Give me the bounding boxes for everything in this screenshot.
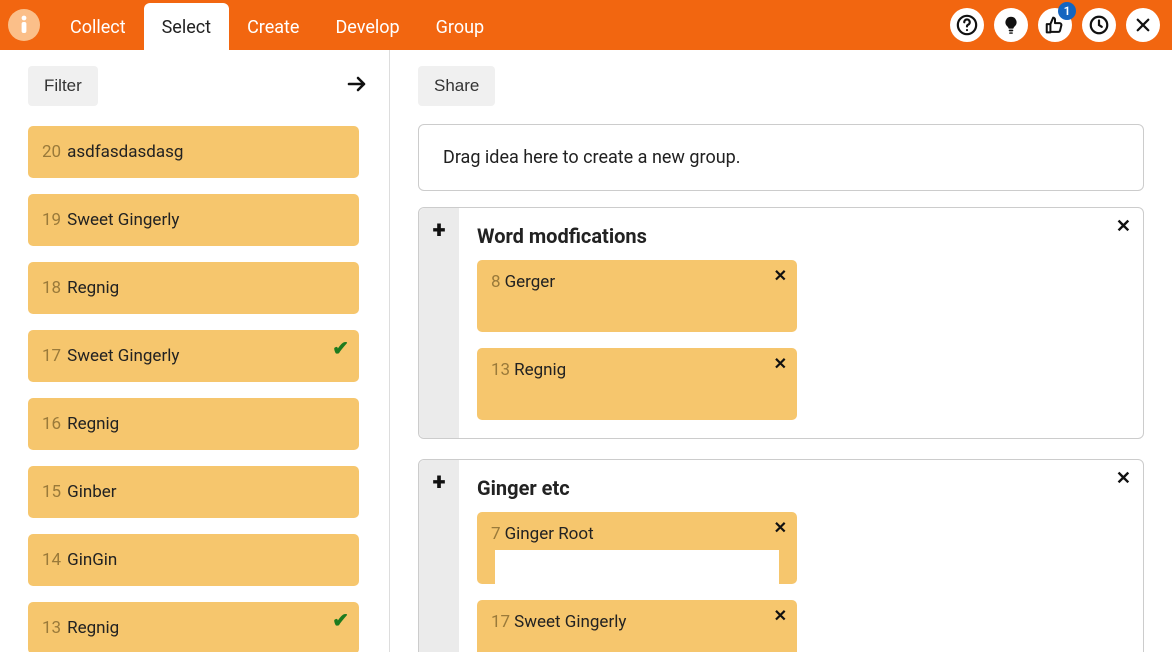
check-icon: ✔	[332, 608, 349, 632]
header-right: 1	[950, 8, 1160, 42]
group-expand-button[interactable]: +	[419, 208, 459, 438]
idea-item[interactable]: 17 Sweet Gingerly ✔	[28, 330, 359, 382]
likes-badge: 1	[1058, 2, 1076, 20]
sidebar-top: Filter	[0, 50, 389, 122]
card-remove-icon[interactable]: ✕	[774, 266, 787, 285]
group-card[interactable]: 13Regnig ✕	[477, 348, 797, 420]
idea-text: Sweet Gingerly	[67, 210, 179, 230]
card-remove-icon[interactable]: ✕	[774, 354, 787, 373]
plus-icon: +	[433, 218, 446, 242]
info-icon[interactable]	[8, 9, 40, 41]
group-card[interactable]: 17Sweet Gingerly ✕	[477, 600, 797, 652]
filter-button[interactable]: Filter	[28, 66, 98, 106]
card-remove-icon[interactable]: ✕	[774, 518, 787, 537]
tab-collect[interactable]: Collect	[52, 3, 144, 50]
group-title[interactable]: Ginger etc	[477, 470, 1125, 512]
check-icon: ✔	[332, 336, 349, 360]
card-edit-input[interactable]	[495, 550, 779, 584]
card-number: 8	[491, 272, 501, 292]
idea-number: 16	[42, 414, 61, 434]
thumbs-up-icon[interactable]: 1	[1038, 8, 1072, 42]
nav-tabs: CollectSelectCreateDevelopGroup	[52, 0, 502, 50]
idea-item[interactable]: 19 Sweet Gingerly	[28, 194, 359, 246]
idea-number: 14	[42, 550, 61, 570]
header-left: CollectSelectCreateDevelopGroup	[8, 0, 502, 50]
group: +Word modfications8Gerger✕13Regnig✕✕	[418, 207, 1144, 439]
idea-text: GinGin	[67, 550, 117, 570]
card-number: 13	[491, 360, 510, 380]
idea-text: Regnig	[67, 278, 119, 298]
main-panel: Share Drag idea here to create a new gro…	[390, 50, 1172, 652]
group-body: Ginger etc 7Ginger Root ✕ 17Sweet Gingerly ✕…	[459, 460, 1143, 652]
group-close-icon[interactable]: ✕	[1116, 468, 1131, 489]
card-text: Ginger Root	[505, 524, 594, 544]
help-icon[interactable]	[950, 8, 984, 42]
app-header: CollectSelectCreateDevelopGroup 1	[0, 0, 1172, 50]
idea-text: Sweet Gingerly	[67, 346, 179, 366]
idea-item[interactable]: 16 Regnig	[28, 398, 359, 450]
card-remove-icon[interactable]: ✕	[774, 606, 787, 625]
share-button[interactable]: Share	[418, 66, 495, 106]
idea-item[interactable]: 14 GinGin	[28, 534, 359, 586]
group-title[interactable]: Word modfications	[477, 218, 1125, 260]
idea-item[interactable]: 15 Ginber	[28, 466, 359, 518]
new-group-dropzone[interactable]: Drag idea here to create a new group.	[418, 124, 1144, 191]
idea-text: Regnig	[67, 414, 119, 434]
group-card[interactable]: 8Gerger ✕	[477, 260, 797, 332]
tab-create[interactable]: Create	[229, 3, 317, 50]
group-body: Word modfications 8Gerger ✕ 13Regnig ✕	[459, 208, 1143, 438]
idea-text: asdfasdasdasg	[67, 142, 183, 162]
idea-item[interactable]: 20 asdfasdasdasg	[28, 126, 359, 178]
tab-group[interactable]: Group	[418, 3, 502, 50]
idea-number: 13	[42, 618, 61, 638]
group-cards: 7Ginger Root✕17Sweet Gingerly✕6Ginger Ma…	[477, 512, 1125, 652]
idea-text: Regnig	[67, 618, 119, 638]
group-cards: 8Gerger ✕ 13Regnig ✕	[477, 260, 1125, 420]
tab-select[interactable]: Select	[144, 3, 229, 50]
idea-number: 18	[42, 278, 61, 298]
plus-icon: +	[433, 470, 446, 494]
idea-text: Ginber	[67, 482, 116, 502]
card-number: 7	[491, 524, 501, 544]
tab-develop[interactable]: Develop	[317, 3, 417, 50]
group-expand-button[interactable]: +	[419, 460, 459, 652]
lightbulb-icon[interactable]	[994, 8, 1028, 42]
idea-item[interactable]: 13 Regnig ✔	[28, 602, 359, 652]
sidebar: Filter 20 asdfasdasdasg 19 Sweet Gingerly 18…	[0, 50, 390, 652]
card-text: Gerger	[505, 272, 556, 292]
idea-number: 15	[42, 482, 61, 502]
card-text: Sweet Gingerly	[514, 612, 626, 632]
group-close-icon[interactable]: ✕	[1116, 216, 1131, 237]
idea-number: 19	[42, 210, 61, 230]
card-number: 17	[491, 612, 510, 632]
idea-number: 20	[42, 142, 61, 162]
card-text: Regnig	[514, 360, 566, 380]
group-card[interactable]: 7Ginger Root ✕	[477, 512, 797, 584]
idea-list[interactable]: 20asdfasdasdasg19Sweet Gingerly18Regnig1…	[0, 122, 389, 652]
group: +Ginger etc7Ginger Root✕17Sweet Gingerly…	[418, 459, 1144, 652]
idea-item[interactable]: 18 Regnig	[28, 262, 359, 314]
clock-icon[interactable]	[1082, 8, 1116, 42]
idea-number: 17	[42, 346, 61, 366]
collapse-arrow-icon[interactable]	[345, 72, 369, 100]
close-icon[interactable]	[1126, 8, 1160, 42]
